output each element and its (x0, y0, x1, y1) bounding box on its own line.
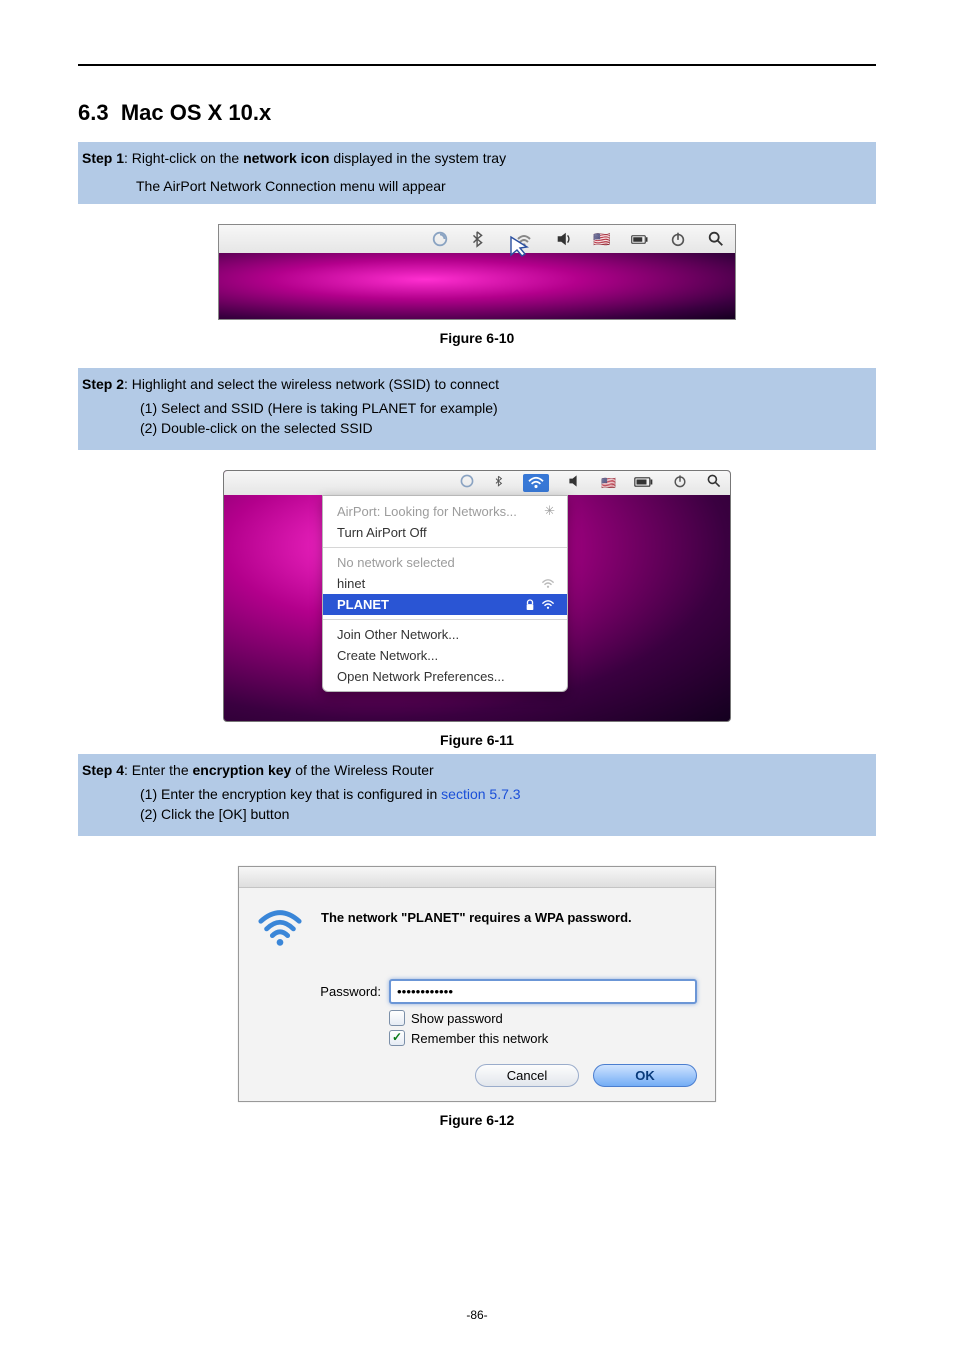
dropdown-turn-off[interactable]: Turn AirPort Off (323, 522, 567, 543)
password-label: Password: (257, 984, 381, 999)
dropdown-looking: AirPort: Looking for Networks... ✳︎ (323, 500, 567, 522)
dropdown-hinet[interactable]: hinet (323, 573, 567, 594)
battery-icon (631, 230, 649, 248)
screenshot-1: 🇺🇸 (218, 224, 736, 320)
page-number: -86- (0, 1308, 954, 1322)
step4-block: Step 4: Enter the encryption key of the … (78, 754, 876, 836)
cancel-button[interactable]: Cancel (475, 1064, 579, 1087)
step1-prefix: : Right-click on the (124, 150, 243, 166)
figure3-wrap: The network "PLANET" requires a WPA pass… (78, 866, 876, 1102)
desktop-wallpaper (219, 253, 735, 319)
volume-icon (567, 473, 583, 494)
step4-label: Step 4 (82, 762, 124, 778)
spotlight-icon (707, 230, 725, 248)
password-input[interactable] (389, 979, 697, 1004)
step4-item1-text: (1) Enter the encryption key that is con… (140, 786, 441, 802)
show-password-label: Show password (411, 1011, 503, 1026)
lock-icon (525, 599, 535, 611)
spinner-icon: ✳︎ (544, 503, 555, 519)
section-number: 6.3 (78, 100, 109, 125)
step1-block: Step 1: Right-click on the network icon … (78, 142, 876, 204)
ok-button[interactable]: OK (593, 1064, 697, 1087)
figure2-label: Figure 6-11 (78, 732, 876, 748)
step2-item2: (2) Double-click on the selected SSID (140, 420, 876, 436)
timemachine-icon (459, 473, 475, 494)
dropdown-no-network: No network selected (323, 552, 567, 573)
step1-suffix: displayed in the system tray (329, 150, 506, 166)
mac-menubar-2: 🇺🇸 (224, 471, 730, 495)
figure3-label: Figure 6-12 (78, 1112, 876, 1128)
dialog-message: The network "PLANET" requires a WPA pass… (321, 904, 632, 925)
battery-icon (634, 474, 654, 492)
separator (323, 619, 567, 620)
wifi-large-icon (257, 904, 303, 953)
step4-suffix: of the Wireless Router (291, 762, 433, 778)
section-heading: 6.3 Mac OS X 10.x (78, 100, 876, 126)
section-title: Mac OS X 10.x (121, 100, 271, 125)
flag-icon: 🇺🇸 (593, 230, 611, 248)
timemachine-icon (431, 230, 449, 248)
section-link[interactable]: section 5.7.3 (441, 786, 520, 802)
bluetooth-icon (469, 230, 487, 248)
bluetooth-icon (493, 473, 505, 494)
flag-icon: 🇺🇸 (601, 476, 616, 490)
power-icon (672, 473, 688, 494)
password-dialog: The network "PLANET" requires a WPA pass… (238, 866, 716, 1102)
step1-bold: network icon (243, 150, 329, 166)
dropdown-planet-selected[interactable]: PLANET (323, 594, 567, 615)
volume-icon (555, 230, 573, 248)
dropdown-planet-text: PLANET (337, 597, 389, 612)
airport-dropdown: AirPort: Looking for Networks... ✳︎ Turn… (322, 495, 568, 692)
wifi-signal-icon (541, 599, 555, 611)
figure2-wrap: 🇺🇸 AirPort: Looking for Networks... ✳︎ T… (78, 470, 876, 722)
dropdown-looking-text: AirPort: Looking for Networks... (337, 504, 517, 519)
wifi-icon-with-cursor (507, 225, 535, 253)
step1-label: Step 1 (82, 150, 124, 166)
dropdown-join-other[interactable]: Join Other Network... (323, 624, 567, 645)
power-icon (669, 230, 687, 248)
dialog-titlebar (239, 867, 715, 888)
spotlight-icon (706, 473, 722, 494)
remember-network-label: Remember this network (411, 1031, 548, 1046)
top-rule (78, 64, 876, 66)
step2-item1: (1) Select and SSID (Here is taking PLAN… (140, 400, 876, 416)
separator (323, 547, 567, 548)
step1-sub: The AirPort Network Connection menu will… (78, 178, 876, 194)
step4-line: Step 4: Enter the encryption key of the … (78, 760, 876, 782)
remember-network-checkbox[interactable] (389, 1030, 405, 1046)
step2-label: Step 2 (82, 376, 124, 392)
step4-prefix: : Enter the (124, 762, 192, 778)
step1-line: Step 1: Right-click on the network icon … (78, 148, 876, 170)
dropdown-network-prefs[interactable]: Open Network Preferences... (323, 666, 567, 687)
step4-item1: (1) Enter the encryption key that is con… (140, 786, 876, 802)
dropdown-hinet-text: hinet (337, 576, 365, 591)
figure1-label: Figure 6-10 (78, 330, 876, 346)
step4-item2: (2) Click the [OK] button (140, 806, 876, 822)
screenshot-2: 🇺🇸 AirPort: Looking for Networks... ✳︎ T… (223, 470, 731, 722)
wifi-signal-icon (541, 578, 555, 590)
dropdown-create-network[interactable]: Create Network... (323, 645, 567, 666)
step2-text: : Highlight and select the wireless netw… (124, 376, 499, 392)
step2-block: Step 2: Highlight and select the wireles… (78, 368, 876, 450)
figure1-wrap: 🇺🇸 (78, 224, 876, 320)
wifi-menu-highlighted[interactable] (523, 474, 549, 492)
step4-bold: encryption key (193, 762, 292, 778)
step2-line: Step 2: Highlight and select the wireles… (78, 374, 876, 396)
show-password-checkbox[interactable] (389, 1010, 405, 1026)
mac-menubar: 🇺🇸 (219, 225, 735, 253)
